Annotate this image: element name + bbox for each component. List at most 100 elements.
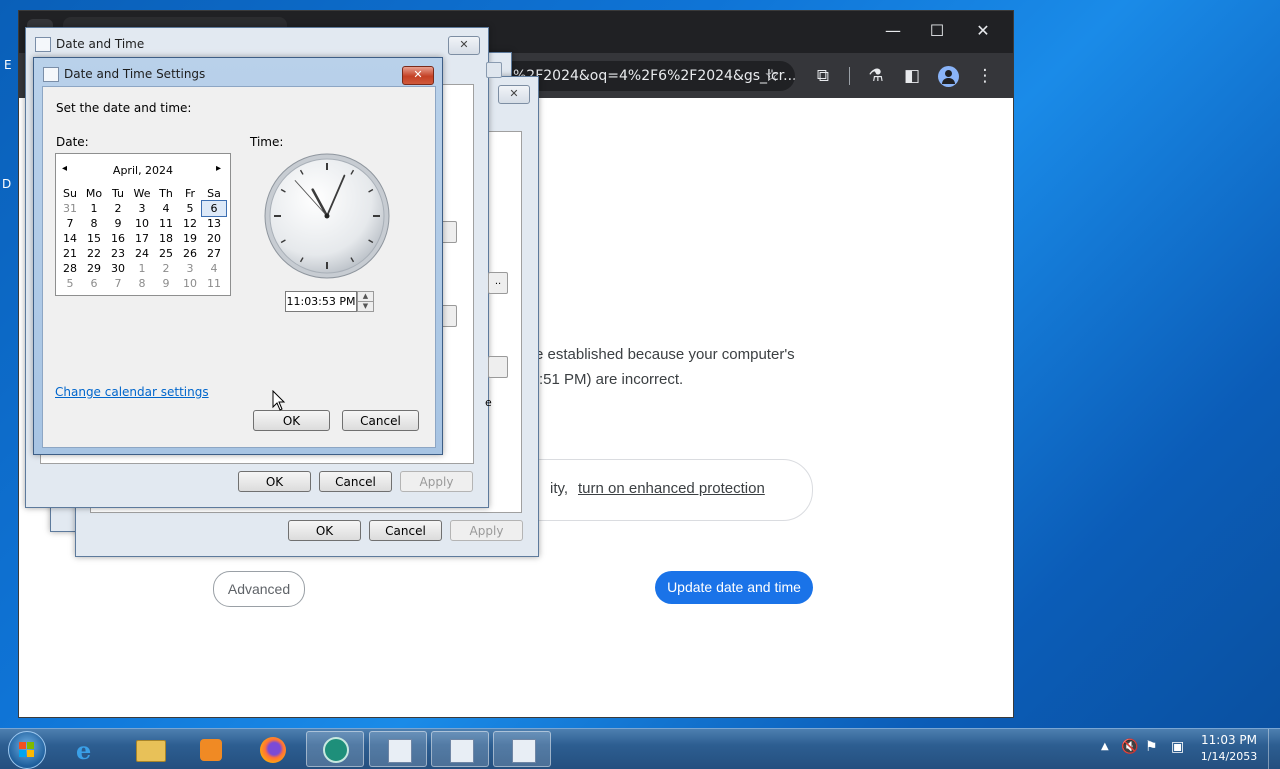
menu-icon[interactable]: ⋮ [973,64,997,88]
calendar-day[interactable]: 6 [82,276,106,291]
calendar-day[interactable]: 4 [154,201,178,216]
calendar-day[interactable]: 28 [58,261,82,276]
close-button[interactable]: ✕ [448,36,480,55]
calendar-day[interactable]: 9 [154,276,178,291]
cancel-button[interactable]: Cancel [369,520,442,541]
calendar-day[interactable]: 4 [202,261,226,276]
calendar-day[interactable]: 18 [154,231,178,246]
date-label: Date: [56,135,89,149]
address-bar[interactable]: %2F2024&oq=4%2F6%2F2024&gs_lcr... [499,61,795,91]
show-desktop-button[interactable] [1268,729,1280,769]
calendar-day[interactable]: 29 [82,261,106,276]
additional-clock-button[interactable] [488,356,508,378]
labs-icon[interactable]: ⚗ [864,64,888,88]
calendar-day[interactable]: 25 [154,246,178,261]
ok-button[interactable]: OK [288,520,361,541]
calendar-weekday-row: Su Mo Tu We Th Fr Sa [58,186,226,201]
calendar-day[interactable]: 11 [202,276,226,291]
calendar-day[interactable]: 14 [58,231,82,246]
calendar-day[interactable]: 23 [106,246,130,261]
calendar-day[interactable]: 12 [178,216,202,231]
taskbar: e ▲ 🔇 ⚑ ▣ 11:03 PM 1/14/2053 [0,728,1280,769]
time-input[interactable]: 11:03:53 PM [285,291,357,312]
calendar-day[interactable]: 5 [58,276,82,291]
taskbar-clock-date[interactable]: 1/14/2053 [1196,750,1262,763]
volume-muted-icon[interactable]: 🔇 [1121,739,1138,755]
hidden-close-button[interactable] [486,62,502,78]
advanced-button[interactable]: Advanced [213,571,305,607]
taskbar-date-time-window[interactable] [493,731,551,767]
file-explorer-icon [136,740,166,762]
taskbar-firefox[interactable] [244,731,302,767]
calendar-day[interactable]: 10 [178,276,202,291]
calendar-day[interactable]: 19 [178,231,202,246]
change-calendar-settings-link[interactable]: Change calendar settings [55,385,209,399]
star-icon[interactable]: ☆ [760,64,784,88]
taskbar-media-player[interactable] [182,731,240,767]
calendar-day[interactable]: 2 [154,261,178,276]
start-button[interactable] [8,731,46,769]
maximize-button[interactable]: ☐ [927,21,947,41]
extensions-icon[interactable]: ⧉ [811,64,835,88]
calendar-day[interactable]: 16 [106,231,130,246]
calendar-day[interactable]: 17 [130,231,154,246]
calendar-day[interactable]: 15 [82,231,106,246]
calendar-day[interactable]: 5 [178,201,202,216]
calendar-day[interactable]: 24 [130,246,154,261]
calendar-day[interactable]: 2 [106,201,130,216]
close-button[interactable]: ✕ [402,66,434,85]
taskbar-clock-time[interactable]: 11:03 PM [1196,733,1262,747]
close-button[interactable]: ✕ [498,85,530,104]
calendar-day[interactable]: 7 [58,216,82,231]
change-settings-button[interactable]: .. [488,272,508,294]
calendar-day[interactable]: 1 [82,201,106,216]
show-hidden-icons-button[interactable]: ▲ [1101,741,1109,752]
calendar-day[interactable]: 31 [58,201,82,216]
taskbar-date-time-window[interactable] [431,731,489,767]
calendar-day[interactable]: 26 [178,246,202,261]
calendar-icon [35,37,51,52]
apply-button[interactable]: Apply [450,520,523,541]
calendar-day[interactable]: 8 [130,276,154,291]
windows-logo-green [27,742,34,749]
calendar-day[interactable]: 7 [106,276,130,291]
taskbar-file-explorer[interactable] [121,731,179,767]
calendar-day-selected[interactable]: 6 [201,200,227,217]
calendar-day[interactable]: 21 [58,246,82,261]
media-player-icon [200,739,222,761]
calendar-month-year[interactable]: April, 2024 [56,164,230,177]
calendar-day[interactable]: 27 [202,246,226,261]
calendar-day[interactable]: 3 [130,201,154,216]
calendar-day[interactable]: 8 [82,216,106,231]
calendar-day[interactable]: 30 [106,261,130,276]
update-date-time-button[interactable]: Update date and time [655,571,813,604]
calendar-day[interactable]: 3 [178,261,202,276]
cancel-button[interactable]: Cancel [342,410,419,431]
calendar-day[interactable]: 13 [202,216,226,231]
network-icon[interactable]: ▣ [1171,739,1184,755]
ok-button[interactable]: OK [253,410,330,431]
calendar-day[interactable]: 10 [130,216,154,231]
calendar-day[interactable]: 11 [154,216,178,231]
calendar-day[interactable]: 20 [202,231,226,246]
taskbar-internet-explorer[interactable]: e [60,731,118,767]
minimize-button[interactable]: — [883,21,903,41]
time-decrement-button[interactable]: ▼ [357,301,374,312]
apply-button[interactable]: Apply [400,471,473,492]
date-calendar[interactable]: ◂ April, 2024 ▸ Su Mo Tu We Th Fr Sa 31 1 2 3 4 5 6 7 8… [55,153,231,296]
taskbar-date-time-window[interactable] [369,731,427,767]
date-time-window-icon [512,739,536,763]
enhanced-protection-link[interactable]: turn on enhanced protection [578,480,765,497]
profile-icon[interactable] [938,66,959,87]
cancel-button[interactable]: Cancel [319,471,392,492]
action-center-flag-icon[interactable]: ⚑ [1145,739,1158,755]
side-panel-icon[interactable]: ◧ [900,64,924,88]
close-button[interactable]: ✕ [973,21,993,41]
ok-button[interactable]: OK [238,471,311,492]
error-text-line2: :51 PM) are incorrect. [539,371,684,388]
next-month-button[interactable]: ▸ [216,163,221,174]
taskbar-chrome[interactable] [306,731,364,767]
calendar-day[interactable]: 22 [82,246,106,261]
calendar-day[interactable]: 1 [130,261,154,276]
calendar-day[interactable]: 9 [106,216,130,231]
